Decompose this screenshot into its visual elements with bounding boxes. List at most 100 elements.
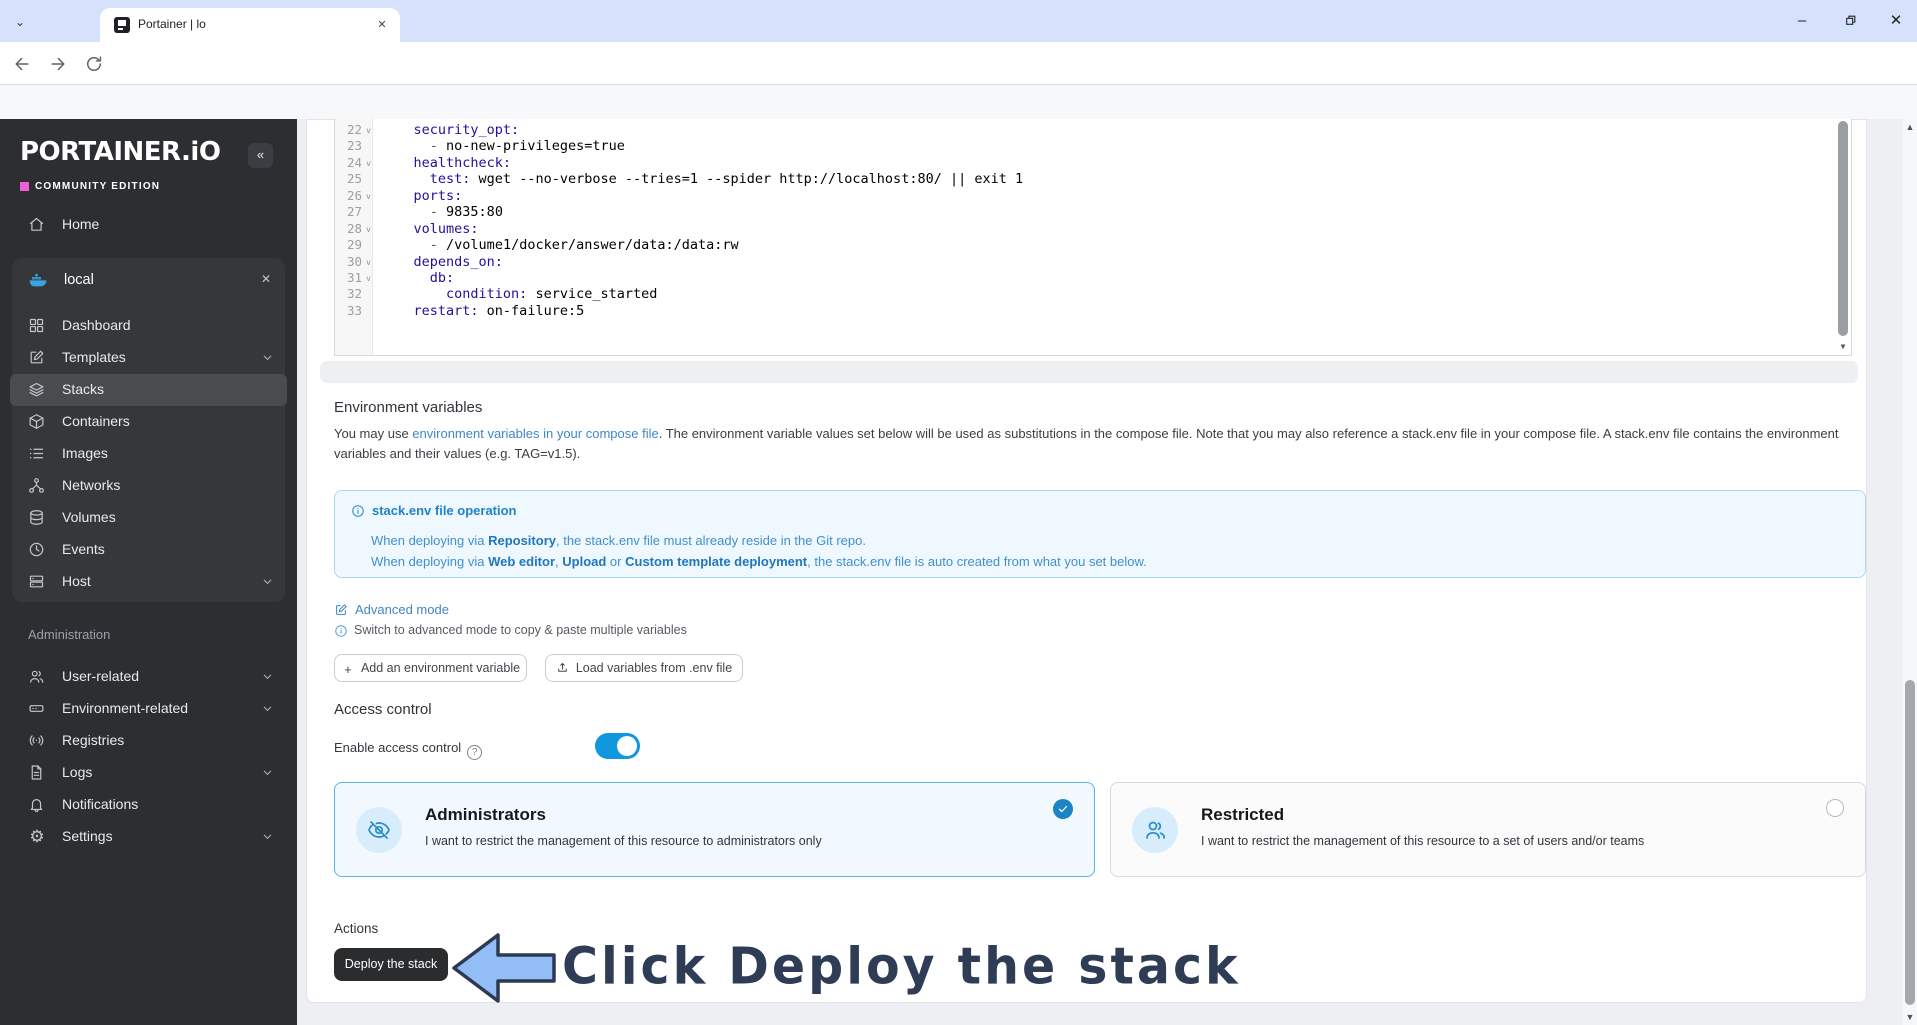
annotation-arrow-icon: [452, 933, 556, 1003]
fold-marker-icon[interactable]: v: [366, 225, 371, 234]
host-icon: [28, 573, 46, 591]
help-question-icon[interactable]: ?: [467, 745, 483, 760]
tab-close-icon[interactable]: ✕: [374, 17, 390, 33]
plus-icon: +: [344, 663, 352, 677]
sidebar-item-volumes[interactable]: Volumes: [10, 502, 287, 534]
reload-icon[interactable]: [82, 52, 106, 76]
code-line-22[interactable]: security_opt:: [381, 122, 1023, 138]
sidebar-collapse-button[interactable]: «: [248, 143, 273, 168]
sidebar-item-notifications[interactable]: Notifications: [10, 789, 287, 821]
window-restore-button[interactable]: [1835, 6, 1865, 36]
sidebar-item-events[interactable]: Events: [10, 534, 287, 566]
code-line-23[interactable]: - no-new-privileges=true: [381, 138, 1023, 154]
sidebar-item-host[interactable]: Host: [10, 566, 287, 598]
code-line-24[interactable]: healthcheck:: [381, 155, 1023, 171]
annotation-text: Click Deploy the stack: [562, 936, 1241, 997]
chevron-down-icon[interactable]: [261, 575, 275, 589]
chevron-down-icon[interactable]: [261, 670, 275, 684]
fold-marker-icon[interactable]: v: [366, 192, 371, 201]
page-scrollbar[interactable]: ▲ ▼: [1901, 119, 1917, 1025]
chevron-down-icon[interactable]: [261, 830, 275, 844]
events-icon: [28, 541, 46, 559]
editor-scrollbar-thumb[interactable]: [1838, 121, 1848, 336]
browser-titlebar: ⌄ Portainer | lo ✕ – ✕: [0, 0, 1917, 42]
access-option-restricted[interactable]: Restricted I want to restrict the manage…: [1110, 782, 1866, 877]
fold-marker-icon[interactable]: v: [366, 274, 371, 283]
code-line-28[interactable]: volumes:: [381, 221, 1023, 237]
editor-gutter: 22 v 23 24 v 25 26 v 27 28 v 29 30 v 31 v 32 33: [335, 119, 373, 355]
code-line-30[interactable]: depends_on:: [381, 254, 1023, 270]
toggle-knob: [617, 736, 637, 756]
code-line-25[interactable]: test: wget --no-verbose --tries=1 --spid…: [381, 171, 1023, 187]
upload-icon: [556, 657, 570, 683]
fold-marker-icon[interactable]: v: [366, 126, 371, 135]
chevron-down-icon[interactable]: [261, 702, 275, 716]
page-scrollbar-thumb[interactable]: [1905, 680, 1915, 1005]
access-control-toggle[interactable]: [595, 733, 640, 759]
gear-icon: ⚙: [29, 827, 45, 846]
forward-icon[interactable]: [46, 52, 70, 76]
sidebar-item-settings[interactable]: ⚙ Settings: [10, 821, 287, 853]
code-line-32[interactable]: condition: service_started: [381, 286, 1023, 302]
sidebar-item-home[interactable]: Home: [10, 209, 287, 241]
line-number: 23: [346, 138, 362, 154]
fold-marker-icon[interactable]: v: [366, 159, 371, 168]
templates-icon: [28, 349, 46, 367]
deploy-the-stack-button[interactable]: Deploy the stack: [334, 948, 448, 981]
scroll-up-icon[interactable]: ▲: [1902, 122, 1917, 132]
info-box-line-1: When deploying via Repository, the stack…: [371, 533, 866, 548]
home-icon: [28, 216, 46, 234]
users-icon: [28, 668, 46, 686]
portainer-app: PORTAINER.iO « COMMUNITY EDITION Home lo…: [0, 85, 1917, 1025]
access-option-administrators[interactable]: Administrators I want to restrict the ma…: [334, 782, 1095, 877]
advanced-mode-hint: Switch to advanced mode to copy & paste …: [354, 623, 687, 637]
sidebar-item-templates[interactable]: Templates: [10, 342, 287, 374]
edition-label: COMMUNITY EDITION: [20, 181, 160, 192]
logs-icon: [28, 764, 46, 782]
chevron-down-icon[interactable]: [261, 351, 275, 365]
line-number: 24: [346, 154, 362, 170]
line-number: 26: [346, 187, 362, 203]
environments-icon: [28, 700, 46, 718]
code-line-29[interactable]: - /volume1/docker/answer/data:/data:rw: [381, 237, 1023, 253]
sidebar-item-user-related[interactable]: User-related: [10, 661, 287, 693]
sidebar-item-stacks[interactable]: Stacks: [10, 374, 287, 406]
load-env-file-button[interactable]: Load variables from .env file: [545, 654, 743, 682]
info-box-line-2: When deploying via Web editor, Upload or…: [371, 554, 1147, 569]
portainer-logo: PORTAINER.iO: [20, 137, 221, 167]
sidebar-item-networks[interactable]: Networks: [10, 470, 287, 502]
fold-marker-icon[interactable]: v: [366, 258, 371, 267]
tab-title: Portainer | lo: [138, 17, 206, 31]
sidebar-item-environment-related[interactable]: Environment-related: [10, 693, 287, 725]
images-icon: [28, 445, 46, 463]
chevron-down-icon[interactable]: [261, 766, 275, 780]
back-icon[interactable]: [10, 52, 34, 76]
code-line-27[interactable]: - 9835:80: [381, 204, 1023, 220]
docker-whale-icon: [28, 271, 48, 291]
window-close-button[interactable]: ✕: [1881, 6, 1911, 36]
editor-code[interactable]: security_opt: - no-new-privileges=true h…: [373, 119, 1024, 319]
environment-header-local[interactable]: local ✕: [12, 265, 285, 297]
env-vars-heading: Environment variables: [334, 399, 483, 416]
sidebar-item-dashboard[interactable]: Dashboard: [10, 310, 287, 342]
scroll-down-icon[interactable]: ▼: [1902, 1012, 1917, 1022]
edition-square-icon: [20, 182, 29, 191]
sidebar-item-logs[interactable]: Logs: [10, 757, 287, 789]
compose-env-vars-link[interactable]: environment variables in your compose fi…: [412, 426, 658, 441]
volumes-icon: [28, 509, 46, 527]
browser-tab[interactable]: Portainer | lo ✕: [100, 8, 400, 42]
compose-web-editor[interactable]: 22 v 23 24 v 25 26 v 27 28 v 29 30 v 31 v 32 33 security_…: [334, 119, 1852, 356]
code-line-26[interactable]: ports:: [381, 188, 1023, 204]
window-minimize-button[interactable]: –: [1787, 6, 1817, 36]
advanced-mode-link[interactable]: Advanced mode: [334, 602, 449, 617]
environment-close-icon[interactable]: ✕: [261, 272, 271, 286]
radio-unselected[interactable]: [1826, 799, 1844, 817]
sidebar-item-containers[interactable]: Containers: [10, 406, 287, 438]
tab-search-icon[interactable]: ⌄: [8, 10, 32, 34]
code-line-33[interactable]: restart: on-failure:5: [381, 303, 1023, 319]
editor-scroll-down-icon[interactable]: ▼: [1838, 341, 1848, 353]
add-env-variable-button[interactable]: + Add an environment variable: [334, 654, 527, 682]
code-line-31[interactable]: db:: [381, 270, 1023, 286]
sidebar-item-images[interactable]: Images: [10, 438, 287, 470]
sidebar-item-registries[interactable]: Registries: [10, 725, 287, 757]
